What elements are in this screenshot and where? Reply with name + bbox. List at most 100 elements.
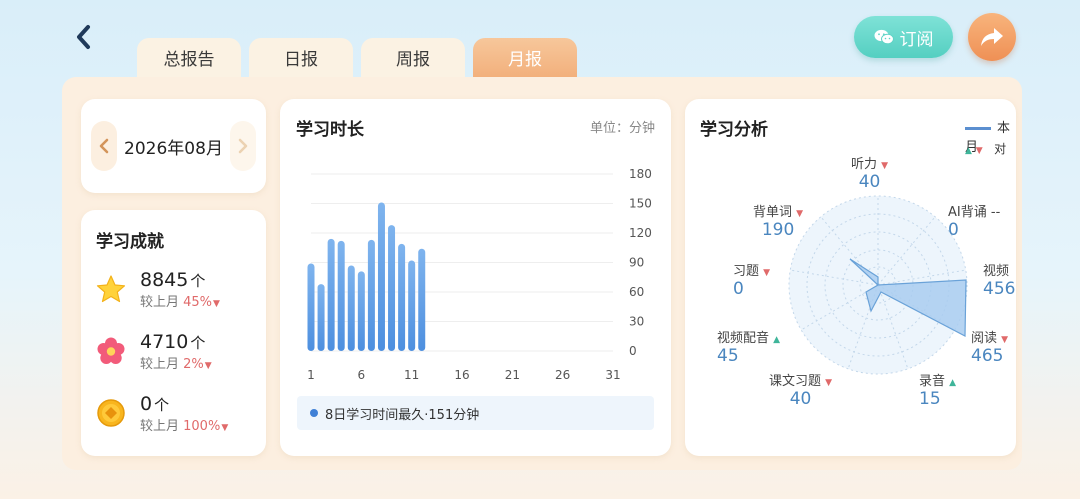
recording-value: 15	[919, 389, 941, 409]
back-button[interactable]	[70, 22, 100, 52]
recording-label: 录音	[919, 374, 946, 389]
radar-axis-recording: 录音 ▲ 15	[919, 370, 956, 409]
bar-day-1[interactable]	[307, 263, 315, 351]
chevron-left-icon	[99, 138, 109, 154]
tab-overall-report[interactable]: 总报告	[137, 38, 241, 77]
star-unit: 个	[190, 272, 206, 290]
achievements-card: 学习成就 8845 个 较上月 45%▼ 4710 个 较上月 2%▼ 0 个 …	[81, 210, 266, 456]
reading-label: 阅读	[971, 331, 998, 346]
radar-axis-ai-recitation: AI背诵 -- 0	[948, 201, 1000, 240]
study-time-summary: 8日学习时间最久·151分钟	[297, 396, 654, 430]
coin-compare-label: 较上月	[140, 419, 184, 434]
x-tick-label: 26	[555, 368, 570, 382]
trend-down-icon: ▼	[204, 361, 212, 371]
achievement-flower: 4710 个 较上月 2%▼	[96, 330, 212, 376]
chevron-right-icon	[238, 138, 248, 154]
study-time-summary-text: 8日学习时间最久·151分钟	[325, 407, 480, 423]
coin-unit: 个	[154, 396, 170, 414]
ai-recitation-value: 0	[948, 220, 959, 240]
radar-axis-reading: 阅读 ▼ 465	[971, 327, 1008, 366]
trend-down-icon: ▼	[796, 209, 804, 219]
previous-month-button[interactable]	[91, 121, 117, 171]
trend-down-icon: ▼	[221, 423, 229, 433]
achievement-coin: 0个 较上月 100%▼	[96, 392, 228, 438]
achievement-star: 8845 个 较上月 45%▼	[96, 268, 220, 314]
radar-axis-video-dubbing: 视频配音 ▲ 45	[717, 327, 780, 366]
next-month-button[interactable]	[230, 121, 256, 171]
y-tick-label: 180	[629, 167, 652, 181]
coin-count: 0	[140, 393, 153, 415]
y-tick-label: 60	[629, 285, 644, 299]
y-tick-label: 0	[629, 344, 637, 358]
study-time-card: 学习时长 单位：分钟 0 30 60 90 120 150 180 1 6 11 16 21 26 31 …	[280, 99, 671, 456]
x-tick-label: 11	[404, 368, 419, 382]
share-arrow-icon	[981, 28, 1003, 46]
bar-day-4[interactable]	[337, 240, 345, 351]
radar-axis-vocabulary: 背单词 ▼ 190	[753, 201, 803, 240]
x-tick-label: 6	[358, 368, 366, 382]
learning-analysis-card: 学习分析 本月 ▲ ▼ 对 听力 ▼ 40 AI背诵 -- 0 视频 456 阅…	[685, 99, 1016, 456]
x-tick-label: 21	[505, 368, 520, 382]
share-button[interactable]	[968, 13, 1016, 61]
x-tick-label: 31	[605, 368, 620, 382]
radar-axis-listening: 听力 ▼ 40	[851, 153, 888, 192]
star-icon	[96, 275, 126, 303]
listening-label: 听力	[851, 157, 878, 172]
listening-value: 40	[858, 172, 881, 192]
bar-day-9[interactable]	[388, 225, 396, 351]
ai-recitation-label: AI背诵	[948, 205, 987, 220]
bar-day-10[interactable]	[398, 243, 406, 351]
coin-change-pct: 100%	[183, 419, 221, 434]
flower-unit: 个	[190, 334, 206, 352]
star-change-pct: 45%	[183, 295, 213, 310]
radar-axis-text-exercises: 课文习题 ▼ 40	[769, 370, 832, 409]
tab-monthly-report[interactable]: 月报	[473, 38, 577, 77]
radar-axis-exercises: 习题 ▼ 0	[733, 260, 770, 299]
trend-down-icon: ▼	[825, 378, 833, 388]
current-month-label: 2026年08月	[124, 138, 223, 159]
flower-compare-label: 较上月	[140, 357, 184, 372]
text-exercises-label: 课文习题	[769, 374, 822, 389]
trend-down-icon: ▼	[763, 268, 771, 278]
tab-daily-report[interactable]: 日报	[249, 38, 353, 77]
text-exercises-value: 40	[789, 389, 812, 409]
ai-recitation-trend: --	[990, 205, 1001, 220]
flower-count: 4710	[140, 331, 189, 353]
bar-day-12[interactable]	[418, 248, 426, 351]
subscribe-label: 订阅	[899, 29, 934, 50]
star-count: 8845	[140, 269, 189, 291]
chevron-left-icon	[77, 25, 90, 49]
trend-up-icon: ▲	[949, 378, 957, 388]
trend-down-icon: ▼	[1001, 335, 1009, 345]
trend-up-icon: ▲	[773, 335, 781, 345]
achievements-title: 学习成就	[96, 232, 164, 252]
video-value: 456	[983, 279, 1016, 299]
tab-weekly-report[interactable]: 周报	[361, 38, 465, 77]
y-tick-label: 30	[629, 315, 644, 329]
bar-day-2[interactable]	[317, 284, 325, 351]
month-picker-card: 2026年08月	[81, 99, 266, 193]
wechat-icon	[874, 29, 894, 45]
bar-day-8[interactable]	[377, 202, 385, 351]
video-dubbing-value: 45	[717, 346, 739, 366]
x-tick-label: 16	[454, 368, 469, 382]
bar-day-3[interactable]	[327, 238, 335, 351]
coin-icon	[97, 399, 125, 427]
bar-day-11[interactable]	[408, 260, 416, 351]
video-dubbing-label: 视频配音	[717, 331, 770, 346]
bar-day-7[interactable]	[367, 239, 375, 351]
bar-day-6[interactable]	[357, 271, 365, 351]
star-compare-label: 较上月	[140, 295, 184, 310]
x-tick-label: 1	[307, 368, 315, 382]
report-tabs: 总报告 日报 周报 月报	[137, 38, 577, 77]
flower-change-pct: 2%	[183, 357, 204, 372]
y-tick-label: 90	[629, 256, 644, 270]
subscribe-button[interactable]: 订阅	[854, 16, 953, 58]
bar-day-5[interactable]	[347, 265, 355, 351]
y-tick-label: 120	[629, 226, 652, 240]
radar-axis-video: 视频 456	[983, 260, 1015, 299]
flower-icon	[97, 337, 125, 364]
legend-dot	[310, 409, 318, 417]
y-tick-label: 150	[629, 197, 652, 211]
vocabulary-value: 190	[761, 220, 795, 240]
